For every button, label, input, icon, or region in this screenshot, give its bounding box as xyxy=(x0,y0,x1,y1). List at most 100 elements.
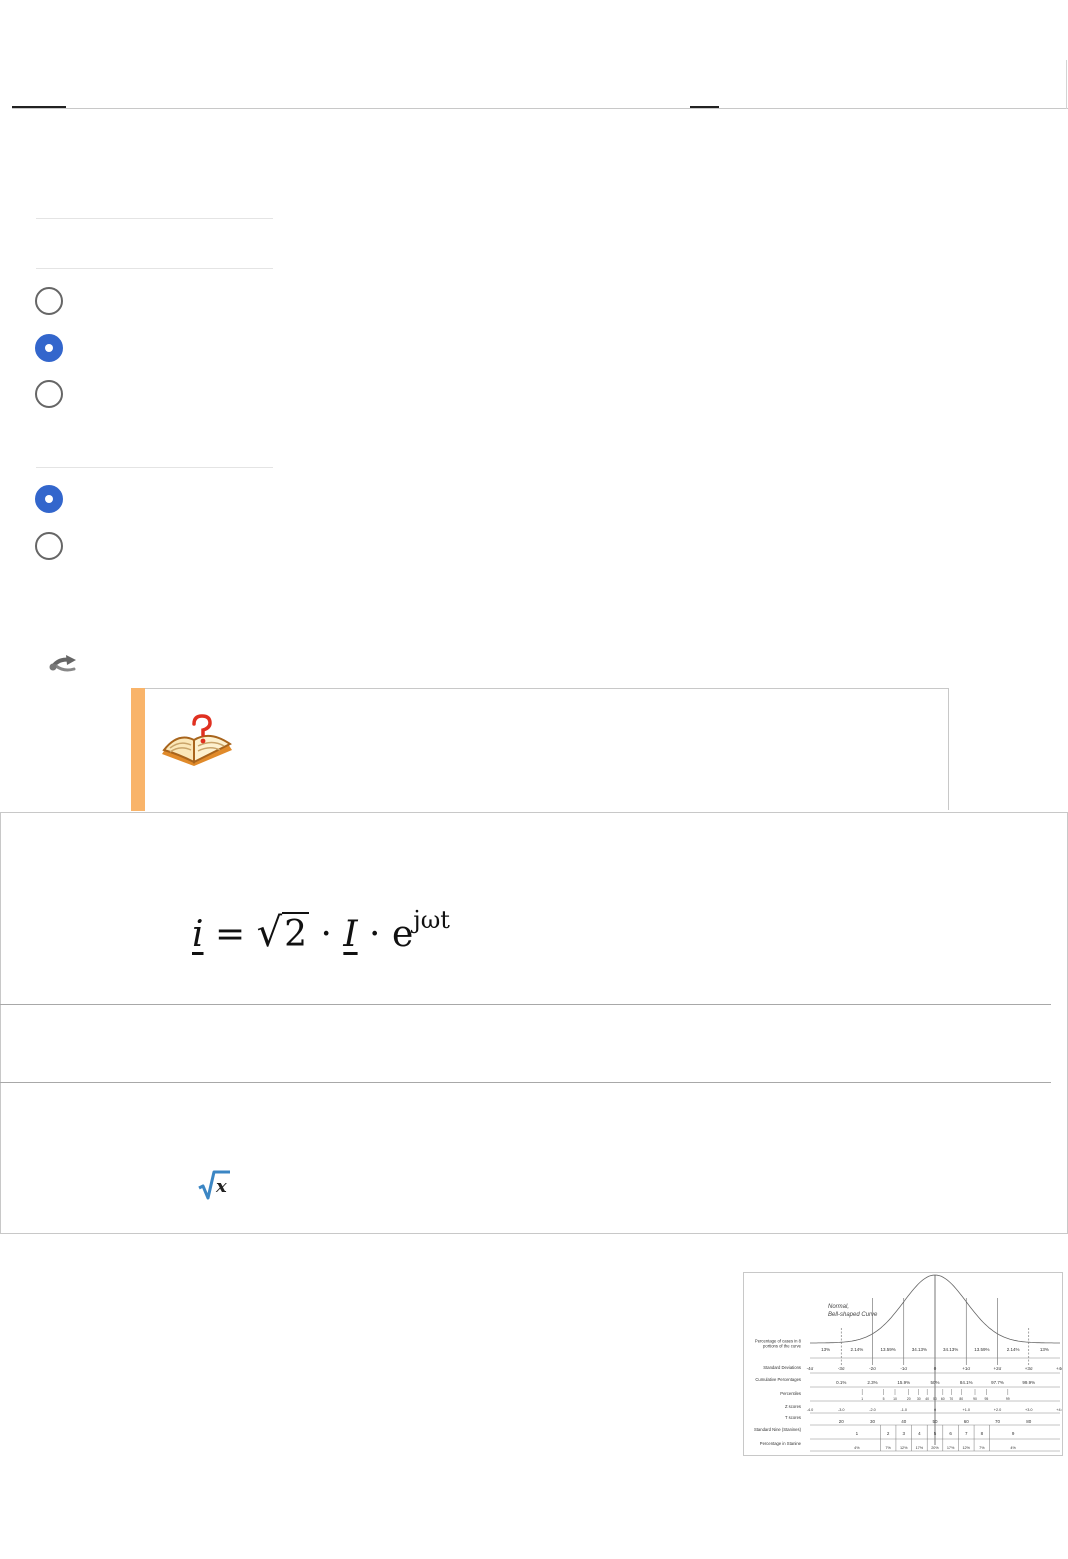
figure-percentage: 2.14% xyxy=(1007,1347,1020,1352)
figure-z-score: +1.0 xyxy=(963,1408,971,1412)
figure-cumulative: 97.7% xyxy=(991,1380,1004,1385)
figure-z-score: -2.0 xyxy=(869,1408,876,1412)
formula-box xyxy=(0,812,1068,1234)
tab-bar-edge xyxy=(1066,60,1067,109)
figure-percentage: 13.59% xyxy=(974,1347,989,1352)
figure-std-dev: +2σ xyxy=(994,1366,1002,1371)
figure-percentage: 2.14% xyxy=(850,1347,863,1352)
figure-percentile: 80 xyxy=(959,1397,963,1401)
figure-z-score: -3.0 xyxy=(838,1408,845,1412)
formula-dot: · xyxy=(369,914,381,955)
formula-divider xyxy=(0,1004,1051,1005)
svg-text:x: x xyxy=(215,1176,227,1197)
formula: i = √2 · I · ejωt xyxy=(192,890,450,965)
figure-std-dev: -2σ xyxy=(869,1366,876,1371)
figure-stanine: 6 xyxy=(949,1431,952,1436)
figure-t-score: 80 xyxy=(1026,1419,1032,1424)
formula-radicand: 2 xyxy=(282,912,309,955)
share-icon[interactable] xyxy=(48,652,82,674)
radio-option-1[interactable] xyxy=(35,287,63,315)
figure-stanine: 7 xyxy=(965,1431,968,1436)
figure-cumulative: 0.1% xyxy=(836,1380,846,1385)
figure-heading: Bell-shaped Curve xyxy=(828,1312,878,1318)
bell-curve-figure[interactable]: Normal, Bell-shaped Curve Percentage of … xyxy=(743,1272,1064,1456)
figure-t-score: 70 xyxy=(995,1419,1001,1424)
figure-z-score: +2.0 xyxy=(994,1408,1002,1412)
figure-row-label: Cumulative Percentages xyxy=(755,1377,801,1382)
formula-dot: · xyxy=(320,914,332,955)
figure-stanine: 2 xyxy=(887,1431,890,1436)
radio-option-5[interactable] xyxy=(35,532,63,560)
formula-base: e xyxy=(391,914,414,955)
figure-stanine: 1 xyxy=(856,1431,859,1436)
figure-row-label: Z scores xyxy=(785,1404,801,1409)
figure-stanine: 3 xyxy=(902,1431,905,1436)
figure-stanine: 4 xyxy=(918,1431,921,1436)
figure-z-score: -1.0 xyxy=(900,1408,907,1412)
figure-stanine: 8 xyxy=(981,1431,984,1436)
figure-heading: Normal, xyxy=(828,1304,849,1310)
figure-row-label: Percentage in Stanine xyxy=(760,1441,802,1446)
figure-cumulative: 15.9% xyxy=(897,1380,910,1385)
figure-cumulative: 84.1% xyxy=(960,1380,973,1385)
figure-std-dev: -4σ xyxy=(807,1366,814,1371)
figure-stanine-pct: 17% xyxy=(947,1446,955,1450)
figure-stanine: 9 xyxy=(1012,1431,1015,1436)
figure-t-score: 60 xyxy=(964,1419,970,1424)
figure-percentile: 70 xyxy=(949,1397,953,1401)
figure-stanine-pct: 7% xyxy=(885,1446,891,1450)
tab-bar-divider xyxy=(12,108,1068,109)
figure-stanine-pct: 4% xyxy=(1010,1446,1016,1450)
figure-row-label: T scores xyxy=(785,1415,801,1420)
figure-stanine-pct: 12% xyxy=(900,1446,908,1450)
figure-z-score: +4.0 xyxy=(1056,1408,1062,1412)
figure-row-label: Standard Nine (Stanines) xyxy=(754,1427,802,1432)
figure-z-score: +3.0 xyxy=(1025,1408,1033,1412)
figure-std-dev: +4σ xyxy=(1056,1366,1062,1371)
figure-percentile: 5 xyxy=(883,1397,885,1401)
figure-std-dev: +3σ xyxy=(1025,1366,1033,1371)
figure-cumulative: 99.9% xyxy=(1022,1380,1035,1385)
help-box-accent xyxy=(131,688,145,811)
figure-z-score: -4.0 xyxy=(807,1408,814,1412)
figure-std-dev: -1σ xyxy=(900,1366,907,1371)
figure-percentile: 95 xyxy=(985,1397,989,1401)
help-box xyxy=(131,688,949,810)
sqrt-x-icon[interactable]: x xyxy=(196,1168,232,1200)
figure-stanine-pct: 17% xyxy=(916,1446,924,1450)
figure-t-score: 40 xyxy=(901,1419,907,1424)
figure-t-score: 30 xyxy=(870,1419,876,1424)
figure-t-score: 20 xyxy=(839,1419,845,1424)
formula-exponent: jωt xyxy=(413,906,450,934)
figure-percentile: 1 xyxy=(861,1397,863,1401)
radio-option-2[interactable] xyxy=(35,334,63,362)
figure-percentage: 13% xyxy=(1040,1347,1049,1352)
figure-percentile: 20 xyxy=(907,1397,911,1401)
figure-percentage: 34.13% xyxy=(912,1347,927,1352)
figure-stanine-pct: 12% xyxy=(962,1446,970,1450)
panel-divider xyxy=(36,218,273,219)
radio-option-3[interactable] xyxy=(35,380,63,408)
figure-percentile: 90 xyxy=(973,1397,977,1401)
radio-option-4[interactable] xyxy=(35,485,63,513)
figure-percentile: 99 xyxy=(1006,1397,1010,1401)
book-question-icon xyxy=(162,714,232,766)
panel-divider xyxy=(36,268,273,269)
bell-curve-diagram: Normal, Bell-shaped Curve Percentage of … xyxy=(754,1274,1064,1452)
figure-row-label: Percentiles xyxy=(780,1391,801,1396)
formula-divider xyxy=(0,1082,1051,1083)
figure-percentile: 60 xyxy=(941,1397,945,1401)
figure-std-dev: -3σ xyxy=(838,1366,845,1371)
figure-stanine-pct: 7% xyxy=(979,1446,985,1450)
panel-divider xyxy=(36,467,273,468)
figure-percentage: 13% xyxy=(821,1347,830,1352)
figure-row-label: portions of the curve xyxy=(763,1344,802,1349)
formula-var: I xyxy=(343,914,358,955)
figure-percentage: 13.59% xyxy=(880,1347,895,1352)
formula-equals: = xyxy=(214,914,246,955)
figure-percentage: 34.13% xyxy=(943,1347,958,1352)
figure-std-dev: +1σ xyxy=(962,1366,970,1371)
figure-row-label: Standard Deviations xyxy=(763,1365,801,1370)
figure-percentile: 30 xyxy=(917,1397,921,1401)
figure-cumulative: 2.3% xyxy=(867,1380,877,1385)
